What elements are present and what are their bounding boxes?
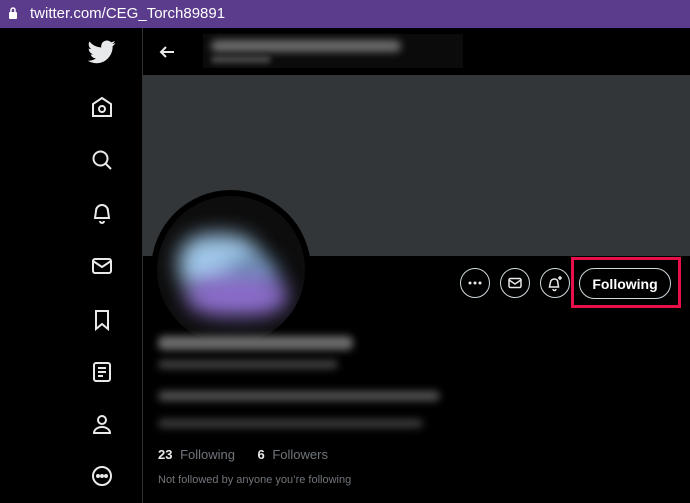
list-icon[interactable] <box>87 357 117 387</box>
followed-by-note: Not followed by anyone you’re following <box>158 474 352 486</box>
following-label: Following <box>180 447 236 462</box>
home-icon[interactable] <box>87 92 117 122</box>
blurred-profile-name <box>203 34 463 68</box>
blurred-handle <box>158 360 338 369</box>
followers-stat[interactable]: 6 Followers <box>257 447 331 462</box>
blurred-bio <box>158 391 440 401</box>
sidebar-nav <box>0 28 143 503</box>
following-count: 23 <box>158 447 173 462</box>
bell-plus-icon <box>548 276 562 292</box>
search-icon[interactable] <box>87 145 117 175</box>
blurred-display-name <box>158 336 353 350</box>
twitter-bird-icon[interactable] <box>87 37 117 67</box>
followers-label: Followers <box>272 447 328 462</box>
profile-main: Following 23 Following 6 Followers Not f… <box>143 28 690 503</box>
bell-icon[interactable] <box>87 198 117 228</box>
lock-icon <box>9 7 17 19</box>
back-arrow-icon[interactable] <box>155 40 179 64</box>
bookmark-icon[interactable] <box>87 305 117 335</box>
follow-stats: 23 Following 6 Followers <box>158 447 336 462</box>
more-icon[interactable] <box>87 461 117 491</box>
followers-count: 6 <box>257 447 265 462</box>
following-stat[interactable]: 23 Following <box>158 447 239 462</box>
mail-icon[interactable] <box>87 251 117 281</box>
more-horizontal-icon <box>468 281 482 285</box>
notifications-button[interactable] <box>540 268 570 298</box>
highlight-box <box>571 257 681 308</box>
avatar[interactable] <box>151 190 311 350</box>
browser-url-bar[interactable]: twitter.com/CEG_Torch89891 <box>0 0 690 28</box>
profile-icon[interactable] <box>87 409 117 439</box>
blurred-meta <box>158 419 423 428</box>
more-options-button[interactable] <box>460 268 490 298</box>
profile-header-bar <box>143 28 690 75</box>
message-button[interactable] <box>500 268 530 298</box>
mail-icon <box>508 277 522 289</box>
url-text: twitter.com/CEG_Torch89891 <box>30 5 226 22</box>
